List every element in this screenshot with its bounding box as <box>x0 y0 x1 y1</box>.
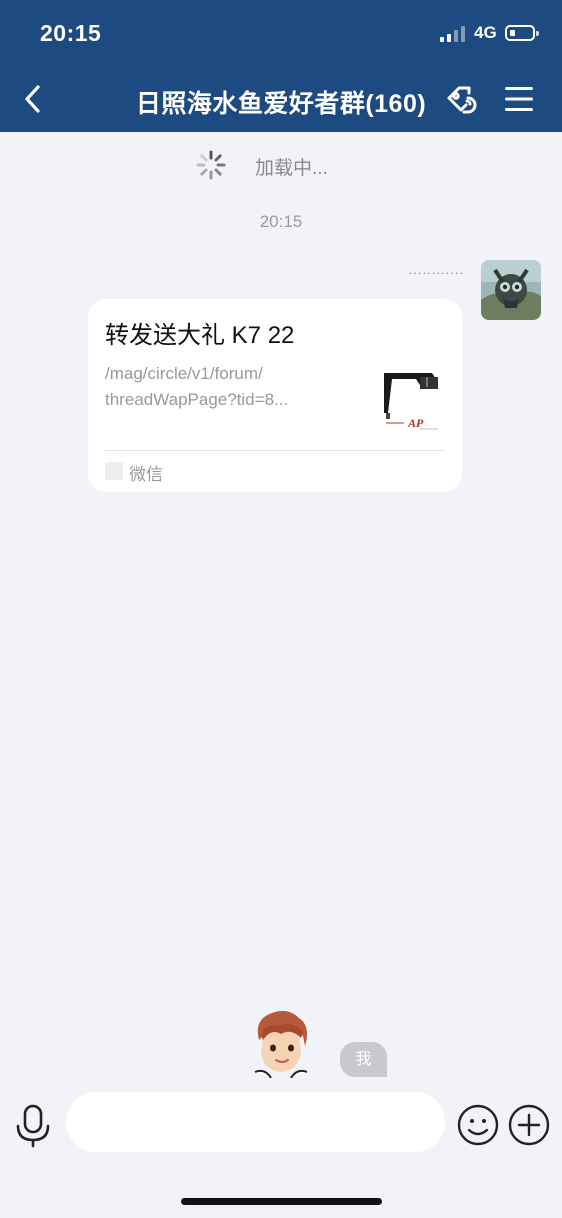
svg-text:AP: AP <box>407 416 424 430</box>
plus-icon[interactable] <box>508 1104 550 1146</box>
message-timestamp: 20:15 <box>259 212 303 231</box>
card-title: 转发送大礼 K7 22 <box>105 322 295 349</box>
sender-name: ............ <box>408 262 464 277</box>
header-bar: 20:15 4G 日照海水鱼爱好者群(160) <box>0 0 562 132</box>
card-source-label: 微信 <box>129 465 163 484</box>
card-description: /mag/circle/v1/forum/ threadWapPage?tid=… <box>105 361 335 413</box>
me-label-bubble: 我 <box>340 1042 387 1077</box>
menu-icon[interactable] <box>505 86 533 112</box>
card-divider <box>105 450 445 451</box>
network-type: 4G <box>474 23 497 42</box>
cellular-signal-icon <box>440 26 465 42</box>
emoji-icon[interactable] <box>457 1104 499 1146</box>
share-link-icon[interactable] <box>444 80 484 120</box>
sender-avatar[interactable] <box>481 260 541 320</box>
card-thumbnail: AP <box>380 369 442 433</box>
link-card[interactable]: 转发送大礼 K7 22 /mag/circle/v1/forum/ thread… <box>88 299 462 492</box>
message-input[interactable] <box>66 1092 445 1152</box>
card-desc-line: threadWapPage?tid=8... <box>105 390 289 409</box>
loading-spinner-icon <box>196 150 226 180</box>
microphone-icon[interactable] <box>15 1104 51 1148</box>
battery-icon <box>505 25 539 41</box>
loading-text: 加载中... <box>255 158 328 179</box>
card-desc-line: /mag/circle/v1/forum/ <box>105 364 263 383</box>
cartoon-boy-sticker <box>254 1010 308 1078</box>
wechat-source-icon <box>105 462 123 480</box>
status-time: 20:15 <box>40 20 102 46</box>
home-indicator[interactable] <box>181 1198 382 1205</box>
